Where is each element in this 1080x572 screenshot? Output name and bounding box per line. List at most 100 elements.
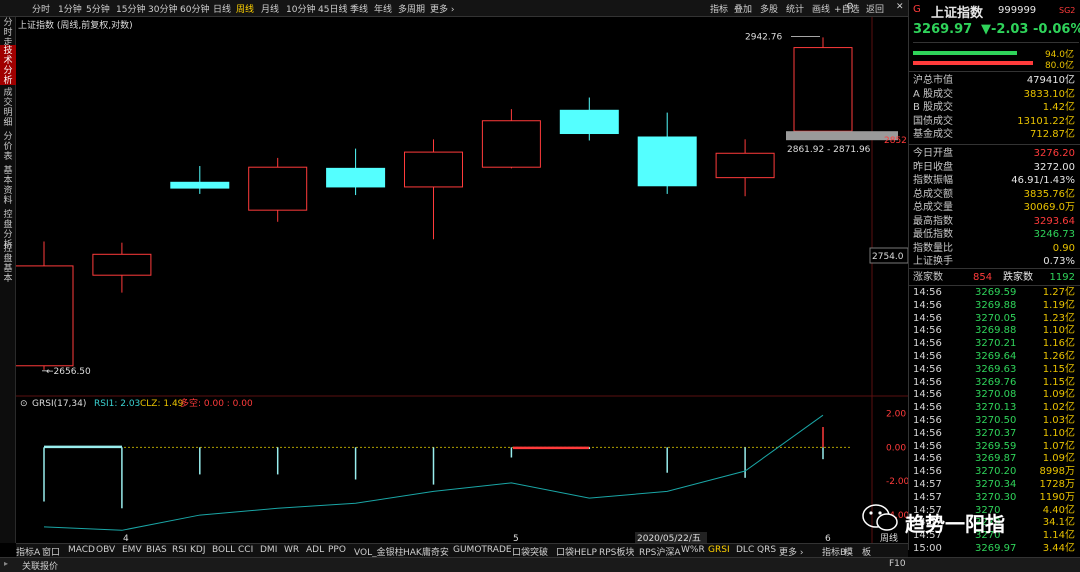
tick-row: 14:56 3270.20 8998万	[913, 466, 1075, 478]
period-tab[interactable]: 分时	[32, 2, 50, 15]
stat-row: 基金成交 712.87亿	[913, 129, 1075, 140]
price-change: ▼-2.03	[981, 22, 1029, 37]
sub-indicator-icon: ⊙	[20, 399, 28, 409]
tick-row: 14:56 3270.13 1.02亿	[913, 402, 1075, 414]
period-tab[interactable]: 季线	[350, 2, 368, 15]
stat-row: 沪总市值 479410亿	[913, 75, 1075, 86]
indicator-tab[interactable]: QRS	[757, 545, 776, 555]
left-tab[interactable]: 控盘分析	[0, 209, 16, 250]
indicator-tab[interactable]: EMV	[122, 545, 142, 555]
indicator-tab[interactable]: KDJ	[190, 545, 206, 555]
period-tab[interactable]: 多周期	[398, 2, 425, 15]
stat-row: B 股成交 1.42亿	[913, 102, 1075, 113]
tick-row: 14:56 3270.05 1.23亿	[913, 312, 1075, 324]
toolbar-right-button[interactable]: 统计	[786, 2, 804, 15]
indicator-tab[interactable]: CCI	[238, 545, 253, 555]
outflow-bar	[913, 61, 1033, 65]
stat-row: 指数量比 0.90	[913, 242, 1075, 254]
stat-row: 最高指数 3293.64	[913, 215, 1075, 227]
period-tab[interactable]: 10分钟	[286, 2, 315, 15]
stat-row: 指数振幅 46.91/1.43%	[913, 175, 1075, 186]
chart-title: 上证指数 (周线,前复权,对数)	[18, 21, 133, 31]
period-tab[interactable]: 1分钟	[58, 2, 82, 15]
period-tab[interactable]: 周线	[236, 2, 254, 15]
period-tab[interactable]: 更多 ›	[430, 2, 454, 15]
period-tab[interactable]: 45日线	[318, 2, 347, 15]
left-tab[interactable]: 技术分析	[0, 45, 16, 86]
advance-decline: 涨家数 854 跌家数 1192	[913, 272, 1075, 283]
indicator-tab[interactable]: ADL	[306, 545, 324, 555]
indicator-tab[interactable]: OBV	[96, 545, 115, 555]
status-bar: ▸ 关联报价 F10	[0, 557, 1080, 572]
indicator-tab[interactable]: W%R	[681, 545, 705, 555]
stat-row: 总成交量 30069.0万	[913, 202, 1075, 213]
x-axis-label: 5	[513, 534, 519, 543]
wechat-logo-icon	[860, 500, 900, 536]
indicator-tab[interactable]: DLC	[736, 545, 754, 555]
indicator-tab[interactable]: RSI	[172, 545, 187, 555]
gear-icon[interactable]: ⚙	[846, 2, 854, 12]
sub-axis-label: 0.00	[886, 443, 906, 453]
period-tab[interactable]: 30分钟	[148, 2, 177, 15]
indicator-tab[interactable]: WR	[284, 545, 299, 555]
toolbar-right-button[interactable]: 画线	[812, 2, 830, 15]
indicator-tab[interactable]: GRSI	[708, 545, 730, 555]
candle-body	[637, 136, 697, 187]
chart-area[interactable]: 2942.76 2861.92 - 2871.96 ←2656.50 2852 2754…	[16, 17, 908, 543]
close-icon[interactable]: ✕	[896, 2, 904, 12]
indicator-tab[interactable]: MACD	[68, 545, 95, 555]
left-vertical-tabs: 分时走势技术分析成交明细分价表基本资料控盘分析控盘基本	[0, 17, 16, 543]
period-tab[interactable]: 日线	[213, 2, 231, 15]
indicator-tab[interactable]: BIAS	[146, 545, 167, 555]
period-tab[interactable]: 5分钟	[86, 2, 110, 15]
left-tab[interactable]: 基本资料	[0, 165, 16, 207]
min-price-label: ←2656.50	[46, 367, 91, 377]
left-tab[interactable]: 成交明细	[0, 87, 16, 129]
linked-quote-label[interactable]: 关联报价	[22, 559, 58, 572]
candle-body	[481, 120, 541, 168]
tick-row: 14:56 3270.37 1.10亿	[913, 427, 1075, 439]
sub-indicator-header: CLZ: 1.49	[140, 399, 184, 409]
candle-body	[715, 152, 775, 179]
last-price: 3269.97	[913, 22, 973, 37]
toolbar-right-button[interactable]: 返回	[866, 2, 884, 15]
period-tab[interactable]: 月线	[261, 2, 279, 15]
stock-code: 999999	[998, 5, 1037, 16]
tick-row: 14:56 3269.88 1.10亿	[913, 325, 1075, 337]
up-count: 854	[973, 272, 993, 283]
candle-body	[404, 151, 463, 188]
period-tab[interactable]: 年线	[374, 2, 392, 15]
indicator-tab[interactable]: PPO	[328, 545, 346, 555]
sub-indicator-header: GRSI(17,34)	[32, 399, 86, 409]
period-tab[interactable]: 15分钟	[116, 2, 145, 15]
price-axis-label: 2852	[884, 136, 907, 146]
indicator-tab[interactable]: DMI	[260, 545, 277, 555]
tick-row: 14:56 3269.59 1.27亿	[913, 287, 1075, 298]
indicator-tab[interactable]: BOLL	[212, 545, 235, 555]
toolbar-right-button[interactable]: 叠加	[734, 2, 752, 15]
candle-body	[92, 253, 152, 276]
left-tab[interactable]: 控盘基本	[0, 243, 16, 284]
indicator-tab[interactable]: GUMOTRADE	[453, 545, 512, 555]
toolbar-right-button[interactable]: 多股	[760, 2, 778, 15]
tick-row: 14:56 3269.63 1.15亿	[913, 363, 1075, 375]
period-tab[interactable]: 60分钟	[180, 2, 209, 15]
f10-button[interactable]: F10	[889, 559, 906, 569]
candle-body	[248, 166, 308, 211]
tick-row: 14:57 3270.30 1190万	[913, 491, 1075, 503]
tick-row: 14:56 3269.64 1.26亿	[913, 351, 1075, 362]
left-tab[interactable]: 分价表	[0, 131, 16, 163]
sub-axis-label: 2.00	[886, 409, 906, 419]
left-tab[interactable]: 分时走势	[0, 17, 16, 58]
candle-body	[170, 181, 230, 189]
bar2-value: 80.0亿	[1044, 61, 1074, 71]
arrow-icon: ▸	[4, 559, 9, 568]
candle-body	[326, 167, 386, 188]
tick-row: 14:57 3270.34 1728万	[913, 479, 1075, 490]
x-axis-label: 6	[825, 534, 831, 543]
stat-row: 总成交额 3835.76亿	[913, 188, 1075, 200]
watermark-text: 趋势一阳指	[905, 512, 1005, 536]
toolbar-right-button[interactable]: 指标	[710, 2, 728, 15]
candle-body	[793, 47, 853, 132]
tick-row: 14:56 3269.59 1.07亿	[913, 440, 1075, 452]
